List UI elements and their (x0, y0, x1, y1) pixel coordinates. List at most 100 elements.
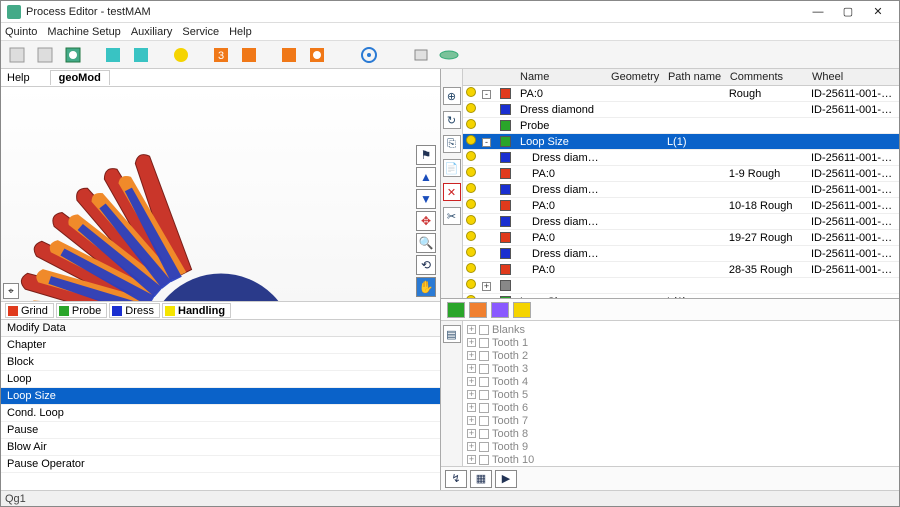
grid-btn-cut[interactable]: ✂ (443, 207, 461, 225)
grid-btn-refresh[interactable]: ↻ (443, 111, 461, 129)
menu-service[interactable]: Service (182, 26, 219, 38)
vp-btn-hand[interactable]: ✋ (416, 277, 436, 297)
tree-side-btn[interactable]: ▤ (443, 325, 461, 343)
modify-row[interactable]: Cond. Loop (1, 405, 440, 422)
grid-col[interactable]: Wheel (808, 69, 899, 86)
color-btn-1[interactable] (447, 302, 465, 318)
grid-row[interactable]: -Loop SizeL(1) (463, 134, 899, 150)
menu-quinto[interactable]: Quinto (5, 26, 37, 38)
legend-probe[interactable]: Probe (56, 303, 107, 318)
tab-geomod[interactable]: geoMod (50, 70, 110, 85)
grid-row[interactable]: + (463, 278, 899, 294)
grid-col[interactable]: Comments (726, 69, 808, 86)
grid-row[interactable]: -PA:0RoughID-25611-001-8-00-TRANSN... (463, 86, 899, 102)
tree-item[interactable]: +Tooth 8 (467, 427, 895, 440)
3d-viewport[interactable]: ⌖ ⚑ ▲ ▼ ✥ 🔍 ⟲ ✋ (1, 87, 440, 302)
modify-row[interactable]: Loop Size (1, 388, 440, 405)
vp-btn-up[interactable]: ▲ (416, 167, 436, 187)
window-title: Process Editor - testMAM (26, 6, 803, 18)
grid-row[interactable]: PA:010-18 RoughID-25611-001-8-00-TRANSN.… (463, 198, 899, 214)
color-btn-4[interactable] (513, 302, 531, 318)
tree-item[interactable]: +Blanks (467, 323, 895, 336)
process-grid[interactable]: NameGeometryPath nameCommentsWheel -PA:0… (463, 69, 899, 298)
grid-row[interactable]: Dress diamondID-25611-001-8-00-TRANSN... (463, 182, 899, 198)
right-panel: ⊕ ↻ ⎘ 📄 ✕ ✂ NameGeometryPath nameComment… (441, 69, 899, 490)
left-header: Help geoMod (1, 69, 440, 87)
grid-row[interactable]: Dress diamondID-25611-001-8-00-TRANSN... (463, 246, 899, 262)
tree-item[interactable]: +Tooth 7 (467, 414, 895, 427)
grid-col[interactable] (497, 69, 516, 86)
grid-row[interactable]: Dress diamondID-25611-001-8-00-TRANSN... (463, 214, 899, 230)
grid-row[interactable]: PA:01-9 RoughID-25611-001-8-00-TRANSN... (463, 166, 899, 182)
vp-btn-rotate[interactable]: ⟲ (416, 255, 436, 275)
menu-help[interactable]: Help (229, 26, 252, 38)
menu-machine-setup[interactable]: Machine Setup (47, 26, 120, 38)
vp-btn-flag[interactable]: ⚑ (416, 145, 436, 165)
legend-handling[interactable]: Handling (162, 303, 231, 318)
tree-item[interactable]: +Tooth 4 (467, 375, 895, 388)
grid-col[interactable] (463, 69, 479, 86)
tree-item[interactable]: +Tooth 10 (467, 453, 895, 466)
close-button[interactable]: ✕ (863, 2, 893, 22)
vp-btn-down[interactable]: ▼ (416, 189, 436, 209)
grid-btn-copy[interactable]: ⎘ (443, 135, 461, 153)
tree-item[interactable]: +Tooth 9 (467, 440, 895, 453)
tooth-tree[interactable]: +Blanks+Tooth 1+Tooth 2+Tooth 3+Tooth 4+… (463, 321, 899, 466)
menu-auxiliary[interactable]: Auxiliary (131, 26, 173, 38)
toolbar-btn-2[interactable] (33, 43, 57, 67)
bt-btn-1[interactable]: ↯ (445, 470, 467, 488)
tree-item[interactable]: +Tooth 3 (467, 362, 895, 375)
tree-item[interactable]: +Tooth 5 (467, 388, 895, 401)
grid-col[interactable]: Geometry (607, 69, 664, 86)
tree-item[interactable]: +Tooth 2 (467, 349, 895, 362)
modify-row[interactable]: Loop (1, 371, 440, 388)
modify-row[interactable]: Block (1, 354, 440, 371)
modify-row[interactable]: Pause (1, 422, 440, 439)
grid-btn-paste[interactable]: 📄 (443, 159, 461, 177)
modify-row[interactable]: Chapter (1, 337, 440, 354)
toolbar-btn-11[interactable] (357, 43, 381, 67)
toolbar-btn-5[interactable] (129, 43, 153, 67)
tree-item[interactable]: +Tooth 6 (467, 401, 895, 414)
maximize-button[interactable]: ▢ (833, 2, 863, 22)
grid-side-toolbar: ⊕ ↻ ⎘ 📄 ✕ ✂ (441, 69, 463, 298)
toolbar-btn-4[interactable] (101, 43, 125, 67)
grid-col[interactable] (479, 69, 497, 86)
bt-btn-play[interactable]: ▶ (495, 470, 517, 488)
toolbar-btn-3[interactable] (61, 43, 85, 67)
axis-icon[interactable]: ⌖ (3, 283, 19, 299)
color-btn-2[interactable] (469, 302, 487, 318)
toolbar-btn-9[interactable] (277, 43, 301, 67)
toolbar-btn-7[interactable]: 3 (209, 43, 233, 67)
grid-row[interactable]: -Loop SizeL(1) (463, 294, 899, 299)
color-btn-3[interactable] (491, 302, 509, 318)
grid-btn-delete[interactable]: ✕ (443, 183, 461, 201)
grid-row[interactable]: Dress diamondID-25611-001-8-00-TRANSN... (463, 102, 899, 118)
modify-row[interactable]: Blow Air (1, 439, 440, 456)
tree-item[interactable]: +Tooth 1 (467, 336, 895, 349)
modify-header: Modify Data (1, 320, 440, 337)
toolbar-btn-13[interactable] (437, 43, 461, 67)
toolbar-btn-12[interactable] (409, 43, 433, 67)
toolbar-btn-6[interactable] (169, 43, 193, 67)
grid-row[interactable]: Dress diamondID-25611-001-8-00-TRANSN... (463, 150, 899, 166)
legend-grind[interactable]: Grind (5, 303, 54, 318)
toolbar-btn-10[interactable] (305, 43, 329, 67)
grid-row[interactable]: Probe (463, 118, 899, 134)
vp-btn-move[interactable]: ✥ (416, 211, 436, 231)
grid-row[interactable]: PA:019-27 RoughID-25611-001-8-00-TRANSN.… (463, 230, 899, 246)
modify-list: Modify Data ChapterBlockLoopLoop SizeCon… (1, 320, 440, 490)
grid-row[interactable]: PA:028-35 RoughID-25611-001-8-00-TRANSN.… (463, 262, 899, 278)
minimize-button[interactable]: — (803, 2, 833, 22)
bt-btn-2[interactable]: ▦ (470, 470, 492, 488)
grid-col[interactable]: Name (516, 69, 607, 86)
tree-side: ▤ (441, 321, 463, 466)
vp-btn-zoom[interactable]: 🔍 (416, 233, 436, 253)
toolbar-btn-1[interactable] (5, 43, 29, 67)
toolbar-btn-8[interactable] (237, 43, 261, 67)
grid-btn-add[interactable]: ⊕ (443, 87, 461, 105)
legend-dress[interactable]: Dress (109, 303, 160, 318)
modify-row[interactable]: Pause Operator (1, 456, 440, 473)
grid-col[interactable]: Path name (664, 69, 726, 86)
help-label[interactable]: Help (7, 72, 30, 84)
